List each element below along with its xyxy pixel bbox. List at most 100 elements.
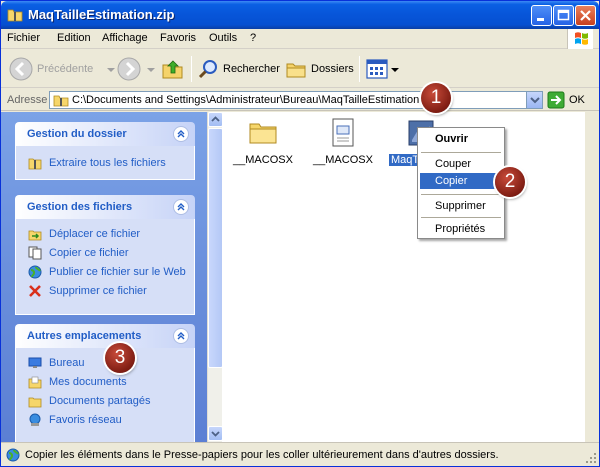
panel-title: Gestion des fichiers <box>27 201 133 213</box>
chevron-up-icon <box>211 116 220 122</box>
menu-fichier[interactable]: Fichier <box>7 32 40 44</box>
menu-separator <box>421 152 501 153</box>
delete-icon <box>29 285 41 297</box>
context-properties[interactable]: Propriétés <box>420 221 502 237</box>
task-label: Extraire tous les fichiers <box>49 157 166 169</box>
task-label: Mes documents <box>49 376 127 388</box>
other-places-panel: Autres emplacements Bureau Mes documents… <box>15 324 195 442</box>
folders-icon <box>286 63 306 78</box>
task-label: Favoris réseau <box>49 414 122 426</box>
folders-label: Dossiers <box>311 63 354 75</box>
zip-folder-icon <box>53 95 69 107</box>
folder-tasks-body: Extraire tous les fichiers <box>15 146 195 180</box>
back-button[interactable]: Précédente <box>9 55 115 83</box>
address-value: C:\Documents and Settings\Administrateur… <box>72 94 437 106</box>
extract-icon <box>28 158 42 170</box>
window-title: MaqTailleEstimation.zip <box>28 7 175 22</box>
menu-bar: Fichier Edition Affichage Favoris Outils… <box>1 29 599 49</box>
context-delete[interactable]: Supprimer <box>420 198 502 214</box>
menu-separator <box>421 194 501 195</box>
zip-folder-icon <box>7 9 23 22</box>
back-label: Précédente <box>37 63 94 75</box>
menu-separator <box>421 217 501 218</box>
maximize-icon <box>557 9 570 21</box>
menu-favoris[interactable]: Favoris <box>160 32 196 44</box>
address-label: Adresse <box>7 94 48 106</box>
menu-item-label: Propriétés <box>435 223 486 235</box>
callout-2: 2 <box>495 167 525 197</box>
views-button[interactable] <box>365 56 399 82</box>
status-bar: Copier les éléments dans le Presse-papie… <box>1 442 599 466</box>
task-pane: Gestion du dossier Extraire tous les fic… <box>1 112 207 442</box>
chevron-down-icon <box>530 97 540 104</box>
file-label: __MACOSX <box>313 154 373 166</box>
task-label: Bureau <box>49 357 85 369</box>
file-tasks-body: Déplacer ce fichier Copier ce fichier Pu… <box>15 219 195 315</box>
task-label: Documents partagés <box>49 395 151 407</box>
desktop-icon <box>28 357 42 368</box>
collapse-button[interactable] <box>173 328 189 344</box>
forward-dropdown-icon <box>147 68 155 72</box>
chevron-up-double-icon <box>177 203 185 211</box>
resize-grip-icon[interactable] <box>585 452 597 464</box>
menu-outils[interactable]: Outils <box>209 32 237 44</box>
menu-item-label: Supprimer <box>435 200 486 212</box>
close-button[interactable] <box>575 5 596 26</box>
folder-tasks-panel: Gestion du dossier Extraire tous les fic… <box>15 122 195 180</box>
scroll-down-button[interactable] <box>208 426 223 441</box>
title-bar[interactable]: MaqTailleEstimation.zip <box>1 1 599 29</box>
go-arrow-icon <box>547 91 565 109</box>
up-folder-button[interactable] <box>161 55 187 83</box>
task-pane-scrollbar[interactable] <box>207 112 223 442</box>
context-cut[interactable]: Couper <box>420 156 502 172</box>
search-label: Rechercher <box>223 63 280 75</box>
back-dropdown-icon <box>107 68 115 72</box>
task-label: Déplacer ce fichier <box>49 228 141 240</box>
task-label: Publier ce fichier sur le Web <box>49 266 186 278</box>
status-globe-icon <box>6 448 20 462</box>
folder-tasks-header[interactable]: Gestion du dossier <box>15 122 195 146</box>
windows-logo <box>567 29 593 49</box>
other-places-header[interactable]: Autres emplacements <box>15 324 195 348</box>
file-item[interactable]: __MACOSX <box>313 118 373 166</box>
file-tasks-panel: Gestion des fichiers Déplacer ce fichier… <box>15 195 195 315</box>
address-dropdown-button[interactable] <box>526 92 542 108</box>
menu-affichage[interactable]: Affichage <box>102 32 148 44</box>
maximize-button[interactable] <box>553 5 574 26</box>
menu-edition[interactable]: Edition <box>57 32 91 44</box>
file-tasks-header[interactable]: Gestion des fichiers <box>15 195 195 219</box>
search-button[interactable]: Rechercher <box>197 55 280 83</box>
toolbar-separator <box>191 56 192 82</box>
menu-help[interactable]: ? <box>250 32 256 44</box>
panel-title: Gestion du dossier <box>27 128 127 140</box>
scroll-thumb[interactable] <box>208 128 223 368</box>
minimize-button[interactable] <box>531 5 552 26</box>
address-input[interactable]: C:\Documents and Settings\Administrateur… <box>49 91 543 109</box>
views-icon <box>366 59 388 79</box>
folders-button[interactable]: Dossiers <box>285 55 354 83</box>
task-label: Copier ce fichier <box>49 247 129 259</box>
forward-button[interactable] <box>117 55 157 83</box>
context-copy[interactable]: Copier <box>420 173 502 189</box>
toolbar-separator <box>359 56 360 82</box>
views-dropdown-icon <box>391 68 399 72</box>
go-label: OK <box>569 94 585 106</box>
context-open[interactable]: Ouvrir <box>420 131 502 147</box>
collapse-button[interactable] <box>173 126 189 142</box>
explorer-window: MaqTailleEstimation.zip Fichier Edition … <box>0 0 600 467</box>
context-menu: Ouvrir Couper Copier Supprimer Propriété… <box>417 127 505 239</box>
scroll-up-button[interactable] <box>208 112 223 127</box>
up-folder-icon <box>162 60 183 79</box>
toolbar: Précédente Rechercher Dossiers <box>1 50 599 88</box>
menu-item-label: Couper <box>435 158 472 170</box>
network-icon <box>29 413 41 426</box>
menu-item-label: Copier <box>435 175 468 187</box>
search-icon <box>198 60 217 79</box>
windows-flag-icon <box>575 32 588 45</box>
menu-item-label: Ouvrir <box>435 133 469 145</box>
file-item[interactable]: __MACOSX <box>233 118 293 166</box>
globe-icon <box>28 265 42 279</box>
forward-arrow-icon <box>117 57 141 81</box>
go-button[interactable]: OK <box>547 91 593 109</box>
collapse-button[interactable] <box>173 199 189 215</box>
